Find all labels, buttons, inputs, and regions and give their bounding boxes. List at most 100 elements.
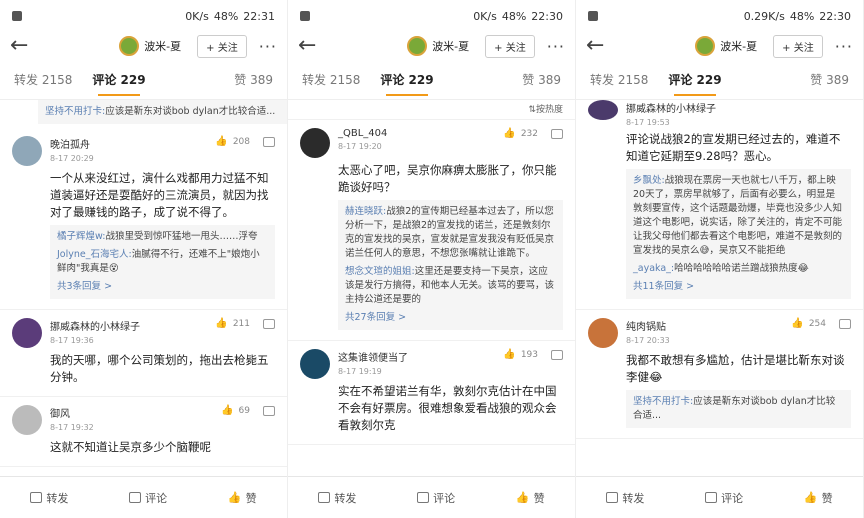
reply-item: 乡飘处:战狼现在票房一天也就七八千万，都上映20天了，票房早就够了，后面有必要么… <box>633 174 844 258</box>
more-replies-link[interactable]: 共27条回复 > <box>345 311 556 325</box>
status-bar: 0K/s 48% 22:30 <box>288 0 575 32</box>
more-icon[interactable]: ··· <box>259 37 277 56</box>
follow-button[interactable]: + 关注 <box>197 34 247 58</box>
reply-author[interactable]: 乡飘处: <box>633 175 665 186</box>
reply-author[interactable]: 坚持不用打卡: <box>633 396 693 407</box>
comment-author[interactable]: 纯肉锅贴 <box>626 318 791 333</box>
like-icon[interactable]: 👍 <box>503 128 515 139</box>
comment-button[interactable]: 评论 <box>705 490 743 506</box>
comment-author[interactable]: 这集谁领便当了 <box>338 349 503 364</box>
like-icon[interactable]: 👍 <box>791 318 803 329</box>
reply-icon[interactable] <box>263 318 275 329</box>
reply-box[interactable]: 橘子辉煌w:战狼里受到惊吓猛地一甩头……浮夸 Jolyne_石海宅人:油腻得不行… <box>50 225 275 299</box>
avatar[interactable] <box>12 318 42 348</box>
tab-repost[interactable]: 转发 2158 <box>14 71 72 88</box>
clock: 22:31 <box>243 9 275 23</box>
author-chip[interactable]: 波米-夏 <box>695 36 757 56</box>
repost-button[interactable]: 转发 <box>606 490 644 506</box>
repost-icon <box>30 492 43 503</box>
reply-author[interactable]: 坚持不用打卡: <box>45 106 105 117</box>
more-icon[interactable]: ··· <box>835 37 853 56</box>
like-count: 69 <box>238 405 250 416</box>
comment-button[interactable]: 评论 <box>129 490 167 506</box>
back-arrow-icon[interactable]: ← <box>10 35 38 57</box>
comment-item: 这集谁领便当了 8-17 19:19 👍 193 实在不希望诺兰有华，敦刻尔克估… <box>288 341 575 445</box>
reply-author[interactable]: 橘子辉煌w: <box>57 231 105 242</box>
comment-author[interactable]: 挪威森林的小林绿子 <box>626 100 851 115</box>
reply-icon[interactable] <box>551 349 563 360</box>
comment-button[interactable]: 评论 <box>417 490 455 506</box>
reply-box[interactable]: 坚持不用打卡:应该是靳东对谈bob dylan才比较合适... <box>38 100 287 124</box>
tab-comment[interactable]: 评论 229 <box>380 71 434 96</box>
tab-comment[interactable]: 评论 229 <box>92 71 146 96</box>
tab-likes[interactable]: 赞 389 <box>522 71 561 88</box>
reply-icon[interactable] <box>263 136 275 147</box>
reply-icon[interactable] <box>839 318 851 329</box>
reply-text: 哈哈哈哈哈哈诺兰蹭战狼热度😂 <box>674 263 809 274</box>
reply-author[interactable]: 想念文瑄的姐姐: <box>345 266 415 277</box>
author-chip[interactable]: 波米-夏 <box>119 36 181 56</box>
back-arrow-icon[interactable]: ← <box>298 35 326 57</box>
reply-icon[interactable] <box>551 128 563 139</box>
avatar[interactable] <box>300 349 330 379</box>
tab-repost[interactable]: 转发 2158 <box>302 71 360 88</box>
reply-item: 坚持不用打卡:应该是靳东对谈bob dylan才比较合适... <box>45 105 280 119</box>
comment-author[interactable]: 御风 <box>50 405 221 420</box>
like-button[interactable]: 👍 赞 <box>804 490 833 506</box>
comment-feed[interactable]: 坚持不用打卡:应该是靳东对谈bob dylan才比较合适... 晚泊孤舟 8-1… <box>0 100 287 476</box>
screen-3: 0K/s 48% 22:31 ← 波米-夏 + 关注 ··· 转发 2158 评… <box>0 0 288 518</box>
comment-time: 8-17 19:53 <box>626 118 670 127</box>
reply-text: 应该是靳东对谈bob dylan才比较合适... <box>105 106 276 117</box>
avatar[interactable] <box>12 405 42 435</box>
more-replies-link[interactable]: 共3条回复 > <box>57 280 268 294</box>
like-icon[interactable]: 👍 <box>215 136 227 147</box>
like-icon[interactable]: 👍 <box>215 318 227 329</box>
tab-comment[interactable]: 评论 229 <box>668 71 722 96</box>
battery-level: 48% <box>213 9 239 23</box>
comment-item: _QBL_404 8-17 19:20 👍 232 太恶心了吧，吴京你麻痹太膨胀… <box>288 120 575 341</box>
like-button[interactable]: 👍 赞 <box>228 490 257 506</box>
like-label: 赞 <box>245 491 257 505</box>
author-name: 波米-夏 <box>720 40 758 53</box>
tab-likes[interactable]: 赞 389 <box>234 71 273 88</box>
comment-feed[interactable]: ⇅按热度 _QBL_404 8-17 19:20 👍 232 太恶心了吧，吴京你… <box>288 100 575 476</box>
avatar[interactable] <box>300 128 330 158</box>
tab-likes[interactable]: 赞 389 <box>810 71 849 88</box>
reply-author[interactable]: Jolyne_石海宅人: <box>57 249 132 260</box>
comment-feed[interactable]: 挪威森林的小林绿子 8-17 19:53 评论说战狼2的宣发期已经过去的，难道不… <box>576 100 863 476</box>
reply-box[interactable]: 乡飘处:战狼现在票房一天也就七八千万，都上映20天了，票房早就够了，后面有必要么… <box>626 169 851 299</box>
comment-text: 评论说战狼2的宣发期已经过去的，难道不知道它延期至9.28吗？恶心。 <box>626 132 841 163</box>
reply-author[interactable]: _ayaka_: <box>633 263 674 274</box>
sort-toggle[interactable]: ⇅按热度 <box>288 100 575 120</box>
follow-button[interactable]: + 关注 <box>773 34 823 58</box>
like-button[interactable]: 👍 赞 <box>516 490 545 506</box>
avatar <box>407 36 428 56</box>
comment-time: 8-17 20:29 <box>50 154 94 163</box>
back-arrow-icon[interactable]: ← <box>586 35 614 57</box>
more-replies-link[interactable]: 共11条回复 > <box>633 280 844 294</box>
reply-author[interactable]: 赫连晓跃: <box>345 206 386 217</box>
like-icon[interactable]: 👍 <box>221 405 233 416</box>
battery-level: 48% <box>501 9 527 23</box>
like-label: 赞 <box>533 491 545 505</box>
repost-button[interactable]: 转发 <box>318 490 356 506</box>
follow-button[interactable]: + 关注 <box>485 34 535 58</box>
comment-author[interactable]: 晚泊孤舟 <box>50 136 215 151</box>
avatar[interactable] <box>588 100 618 120</box>
reply-box[interactable]: 赫连晓跃:战狼2的宣传期已经基本过去了，所以您分析一下，是战狼2的宣发找的诺兰，… <box>338 200 563 330</box>
like-icon[interactable]: 👍 <box>503 349 515 360</box>
comment-author[interactable]: _QBL_404 <box>338 128 503 139</box>
tab-repost[interactable]: 转发 2158 <box>590 71 648 88</box>
repost-button[interactable]: 转发 <box>30 490 68 506</box>
avatar[interactable] <box>12 136 42 166</box>
like-count: 232 <box>520 128 538 139</box>
reply-icon[interactable] <box>263 405 275 416</box>
comment-time: 8-17 19:20 <box>338 142 382 151</box>
network-speed: 0.29K/s <box>743 9 785 23</box>
author-chip[interactable]: 波米-夏 <box>407 36 469 56</box>
reply-box[interactable]: 坚持不用打卡:应该是靳东对谈bob dylan才比较合适... <box>626 390 851 428</box>
comment-author[interactable]: 挪威森林的小林绿子 <box>50 318 215 333</box>
more-icon[interactable]: ··· <box>547 37 565 56</box>
avatar[interactable] <box>588 318 618 348</box>
repost-icon <box>318 492 331 503</box>
